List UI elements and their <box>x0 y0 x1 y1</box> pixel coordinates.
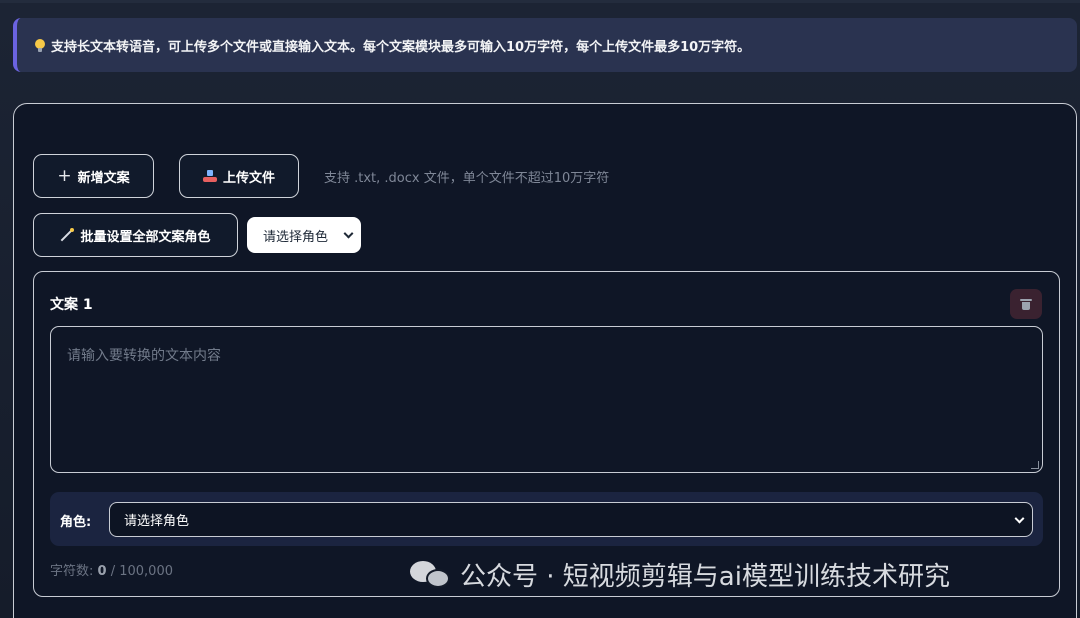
batch-role-select[interactable]: 请选择角色 <box>247 217 361 253</box>
role-label: 角色: <box>60 515 92 530</box>
magic-wand-icon <box>60 228 75 242</box>
upload-icon <box>202 170 217 182</box>
resize-handle[interactable] <box>1031 461 1039 469</box>
char-count-max: / 100,000 <box>110 564 173 579</box>
char-count-label: 字符数: <box>50 564 94 579</box>
trash-icon <box>1020 298 1032 310</box>
main-panel: + 新增文案 上传文件 支持 .txt, .docx 文件，单个文件不超过10万… <box>13 103 1077 618</box>
batch-set-role-label: 批量设置全部文案角色 <box>80 229 211 245</box>
copy-text-placeholder: 请输入要转换的文本内容 <box>67 348 221 364</box>
top-divider <box>0 0 1080 3</box>
copy-card: 文案 1 请输入要转换的文本内容 角色: 请选择角色 字符数: 0 / 100,… <box>33 271 1060 597</box>
batch-role-select-value: 请选择角色 <box>263 229 329 245</box>
plus-icon: + <box>57 165 72 186</box>
lightbulb-icon <box>35 38 45 52</box>
upload-hint: 支持 .txt, .docx 文件，单个文件不超过10万字符 <box>324 171 610 186</box>
page: 支持长文本转语音，可上传多个文件或直接输入文本。每个文案模块最多可输入10万字符… <box>0 0 1080 618</box>
chevron-down-icon <box>1014 513 1025 524</box>
copy-text-input[interactable]: 请输入要转换的文本内容 <box>50 326 1043 473</box>
add-copy-label: 新增文案 <box>77 170 130 186</box>
watermark: 公众号 · 短视频剪辑与ai模型训练技术研究 <box>410 556 950 592</box>
upload-file-button[interactable]: 上传文件 <box>179 154 299 198</box>
char-count: 字符数: 0 / 100,000 <box>50 560 173 579</box>
role-row: 角色: 请选择角色 <box>50 492 1043 546</box>
watermark-text: 公众号 · 短视频剪辑与ai模型训练技术研究 <box>460 561 950 592</box>
info-banner-text: 支持长文本转语音，可上传多个文件或直接输入文本。每个文案模块最多可输入10万字符… <box>51 39 751 55</box>
chevron-down-icon <box>343 228 354 239</box>
role-select[interactable]: 请选择角色 <box>109 502 1033 537</box>
batch-set-role-button[interactable]: 批量设置全部文案角色 <box>33 213 238 257</box>
role-select-value: 请选择角色 <box>124 514 190 529</box>
char-count-value: 0 <box>97 564 107 579</box>
wechat-icon <box>410 559 452 589</box>
delete-copy-button[interactable] <box>1010 289 1042 319</box>
upload-file-label: 上传文件 <box>222 170 275 186</box>
info-banner: 支持长文本转语音，可上传多个文件或直接输入文本。每个文案模块最多可输入10万字符… <box>13 18 1077 72</box>
add-copy-button[interactable]: + 新增文案 <box>33 154 154 198</box>
copy-card-title: 文案 1 <box>50 297 93 313</box>
